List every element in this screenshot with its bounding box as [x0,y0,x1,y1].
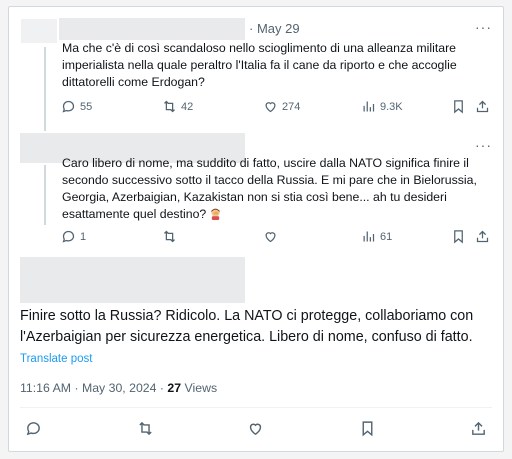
share-icon [472,421,485,435]
more-options-icon[interactable]: ··· [475,137,492,153]
heart-icon [265,232,276,243]
redacted-author-1 [59,18,245,40]
reply-text: Ma che c'è di così scandaloso nello scio… [62,41,457,89]
woman-facepalming-emoji [211,208,220,220]
heart-icon [265,102,276,113]
repost-button[interactable] [137,420,154,437]
post-actions [9,420,503,438]
reply-icon [62,100,75,113]
repost-button[interactable] [162,229,177,244]
redacted-avatar-1 [21,19,57,43]
more-options-icon[interactable]: ··· [475,19,492,35]
reply-icon [62,230,75,243]
reply-text: Caro libero di nome, ma suddito di fatto… [62,155,494,223]
views-count: 27 [167,381,182,395]
bookmark-icon [362,421,373,437]
bookmark-button[interactable] [451,229,466,244]
reply-button[interactable] [25,420,42,437]
analytics-icon [363,101,375,112]
like-count: 274 [282,100,301,113]
post-timestamp[interactable]: 11:16 AM · May 30, 2024 · [20,381,167,395]
repost-count: 42 [181,100,194,113]
analytics-icon [363,231,375,242]
reply-count: 55 [80,100,93,113]
post-metadata: 11:16 AM · May 30, 2024 · 27 Views [20,381,217,395]
repost-icon [164,100,175,113]
bookmark-icon [454,230,463,244]
views-count: 9.3K [380,100,403,113]
like-button[interactable] [247,420,264,437]
bookmark-button[interactable] [451,99,466,114]
bookmark-icon [454,100,463,114]
share-button[interactable] [470,420,487,437]
thread-connector-line [44,165,46,225]
post-thread-card: · May 29 ··· Ma che c'è di così scandalo… [8,6,504,452]
divider [20,407,492,408]
reply-actions-1: 55 42 274 9.3K [9,99,503,117]
reply-button[interactable]: 55 [61,99,92,114]
repost-icon [139,421,152,436]
reply-date[interactable]: · May 29 [249,21,300,36]
reply-button[interactable]: 1 [61,229,86,244]
repost-button[interactable]: 42 [162,99,193,114]
reply-actions-2: 1 61 [9,229,503,247]
like-button[interactable]: 274 [263,99,300,114]
translate-post-link[interactable]: Translate post [20,353,92,365]
share-icon [476,230,489,243]
repost-icon [164,230,175,243]
reply-count: 1 [80,230,87,243]
share-button[interactable] [475,99,490,114]
heart-icon [249,423,262,436]
redacted-author-main [20,257,245,303]
views-button[interactable]: 9.3K [361,99,403,114]
like-button[interactable] [263,229,278,244]
views-label: Views [181,381,218,395]
post-text: Finire sotto la Russia? Ridicolo. La NAT… [20,308,474,345]
share-icon [476,100,489,113]
thread-connector-line [44,47,46,131]
views-count: 61 [380,230,393,243]
bookmark-button[interactable] [359,420,376,437]
reply-icon [26,422,40,436]
reply-text-body: Caro libero di nome, ma suddito di fatto… [62,156,477,221]
views-button[interactable]: 61 [361,229,392,244]
share-button[interactable] [475,229,490,244]
